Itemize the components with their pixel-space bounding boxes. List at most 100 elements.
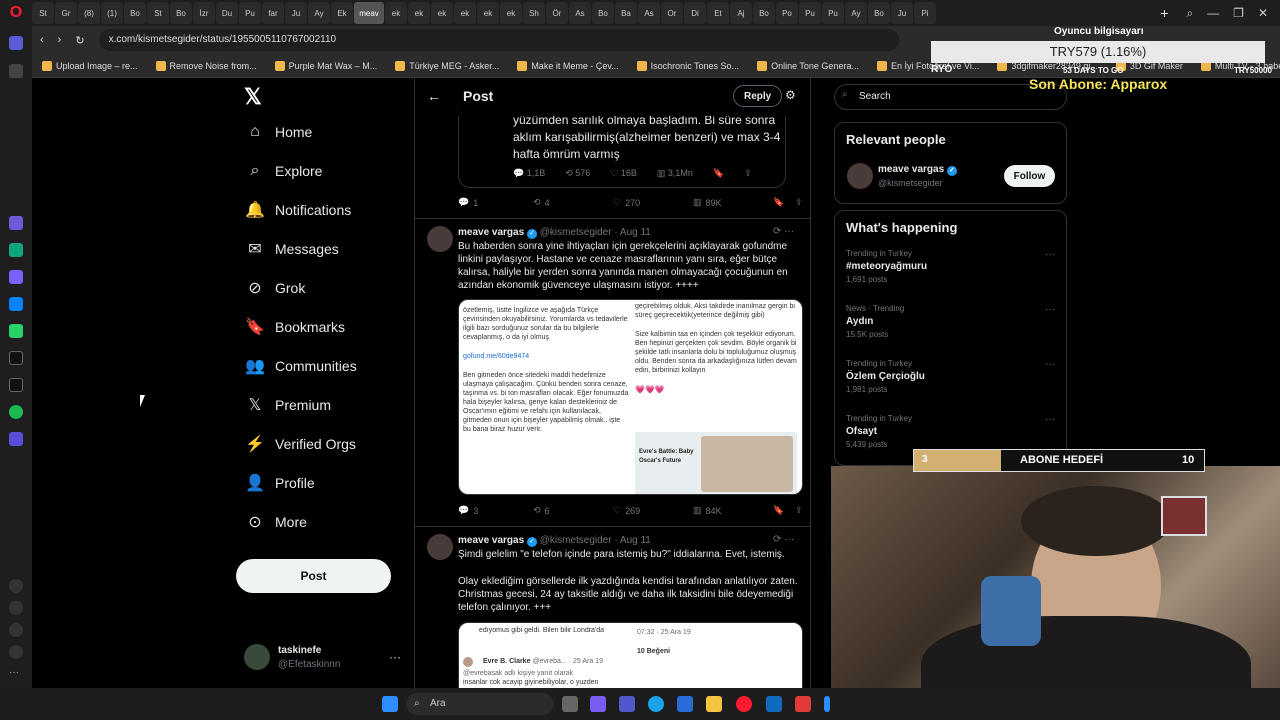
nav-item-communities[interactable]: 👥Communities <box>244 346 406 385</box>
whatsapp-icon[interactable] <box>9 324 23 338</box>
browser-tab[interactable]: far <box>262 2 284 24</box>
browser-tab[interactable]: St <box>32 2 54 24</box>
maximize-icon[interactable]: ❐ <box>1233 6 1244 21</box>
more-icon[interactable]: ··· <box>1045 304 1055 315</box>
browser-tab[interactable]: St <box>147 2 169 24</box>
author-handle[interactable]: @kismetsegider <box>540 227 612 238</box>
browser-tab[interactable]: Po <box>776 2 798 24</box>
home-icon[interactable] <box>9 36 23 50</box>
browser-tab[interactable]: As <box>569 2 591 24</box>
search-tabs-icon[interactable]: ⌕ <box>1186 6 1193 21</box>
url-field[interactable]: x.com/kismetsegider/status/1955005110767… <box>99 29 899 51</box>
close-icon[interactable]: ✕ <box>1258 6 1268 21</box>
opera-logo[interactable]: O <box>0 0 32 26</box>
reply-count[interactable]: 💬 1,1B <box>513 168 545 179</box>
bulb-icon[interactable] <box>9 645 23 659</box>
start-icon[interactable] <box>382 696 398 712</box>
bookmark-icon[interactable]: 🔖 <box>713 168 724 179</box>
browser-tab[interactable]: Pi <box>914 2 936 24</box>
trend-item[interactable]: Trending in TurkeyOfsayt5,439 posts··· <box>846 414 1056 449</box>
avatar[interactable] <box>427 226 453 252</box>
history-icon[interactable] <box>9 601 23 615</box>
person-name[interactable]: meave vargas ✓ <box>878 164 957 176</box>
nav-item-premium[interactable]: 𝕏Premium <box>244 385 406 424</box>
new-tab-icon[interactable]: + <box>1154 5 1174 21</box>
browser-tab[interactable]: ek <box>454 2 476 24</box>
browser-tab[interactable]: Ba <box>615 2 637 24</box>
like-count[interactable]: ♡ 270 <box>613 197 693 208</box>
more-icon[interactable]: ··· <box>389 650 401 664</box>
browser-tab[interactable]: Bo <box>753 2 775 24</box>
author-handle[interactable]: @kismetsegider <box>540 535 612 546</box>
trend-item[interactable]: Trending in Turkey#meteoryağmuru1,691 po… <box>846 249 1056 284</box>
browser-tab[interactable]: Aj <box>730 2 752 24</box>
browser-tab[interactable]: Ay <box>308 2 330 24</box>
browser-tab[interactable]: Ju <box>285 2 307 24</box>
task-view-icon[interactable] <box>562 696 578 712</box>
browser-tab[interactable]: Du <box>216 2 238 24</box>
repost-count[interactable]: ⟲ 4 <box>533 197 613 208</box>
app-icon[interactable] <box>824 696 830 712</box>
trend-item[interactable]: News · TrendingAydın15.5K posts··· <box>846 304 1056 339</box>
browser-tab[interactable]: Sh <box>523 2 545 24</box>
wps-icon[interactable] <box>795 696 811 712</box>
browser-tab[interactable]: Bo <box>592 2 614 24</box>
share-icon[interactable]: ⇪ <box>744 168 752 179</box>
nav-item-verified-orgs[interactable]: ⚡Verified Orgs <box>244 424 406 463</box>
browser-tab[interactable]: ek <box>385 2 407 24</box>
reply-count[interactable]: 💬 3 <box>458 505 533 516</box>
tiktok-icon[interactable] <box>9 351 23 365</box>
heart-icon[interactable] <box>9 579 23 593</box>
person-handle[interactable]: @kismetsegider <box>878 178 943 188</box>
browser-tab[interactable]: meav <box>354 2 384 24</box>
back-icon[interactable]: ‹ <box>40 34 44 46</box>
browser-tab[interactable]: As <box>638 2 660 24</box>
outlook-icon[interactable] <box>766 696 782 712</box>
taskbar-search[interactable]: ⌕ Ara <box>406 693 554 715</box>
view-count[interactable]: ▥ 84K <box>693 505 773 516</box>
browser-tab[interactable]: Pu <box>822 2 844 24</box>
bookmark-item[interactable]: Online Tone Genera... <box>757 61 859 71</box>
reply-button[interactable]: Reply <box>733 85 782 107</box>
avatar[interactable] <box>427 534 453 560</box>
browser-tab[interactable]: Et <box>707 2 729 24</box>
more-icon[interactable]: ··· <box>1045 414 1055 425</box>
view-count[interactable]: ▥ 89K <box>693 197 773 208</box>
opera-icon[interactable] <box>736 696 752 712</box>
browser-tab[interactable]: Pu <box>239 2 261 24</box>
bookmark-item[interactable]: Purple Mat Wax – M... <box>275 61 378 71</box>
browser-tab[interactable]: (8) <box>78 2 100 24</box>
browser-tab[interactable]: Di <box>684 2 706 24</box>
quoted-post[interactable]: yüzümden sarılık olmaya başladım. Bi sür… <box>458 104 786 188</box>
nav-item-more[interactable]: ⊙More <box>244 502 406 541</box>
follow-button[interactable]: Follow <box>1004 165 1055 187</box>
aria-icon[interactable] <box>9 216 23 230</box>
browser-tab[interactable]: (1) <box>101 2 123 24</box>
player-icon[interactable] <box>9 432 23 446</box>
like-count[interactable]: ♡ 16B <box>610 168 637 179</box>
browser-tab[interactable]: ek <box>477 2 499 24</box>
trend-item[interactable]: Trending in TurkeyÖzlem Çerçioğlu1,981 p… <box>846 359 1056 394</box>
spotify-icon[interactable] <box>9 405 23 419</box>
reload-icon[interactable]: ↻ <box>75 34 84 47</box>
browser-tab[interactable]: Ju <box>891 2 913 24</box>
more-icon[interactable]: ··· <box>9 667 23 681</box>
settings-icon[interactable] <box>9 623 23 637</box>
browser-tab[interactable]: Ör <box>546 2 568 24</box>
back-arrow-icon[interactable]: ← <box>427 88 441 104</box>
repost-count[interactable]: ⟲ 6 <box>533 505 613 516</box>
author-name[interactable]: meave vargas <box>458 535 524 546</box>
bookmark-item[interactable]: Türkiye MEG - Asker... <box>395 61 499 71</box>
more-icon[interactable]: ··· <box>1045 359 1055 370</box>
nav-item-explore[interactable]: ⌕Explore <box>244 151 406 190</box>
bookmark-icon[interactable]: 🔖 <box>773 197 795 208</box>
post-date[interactable]: · Aug 11 <box>614 227 651 238</box>
tweet-media[interactable]: edıyomus gibi geldi. Bilen bilir Londra'… <box>458 622 803 688</box>
nav-item-home[interactable]: ⌂Home <box>244 112 406 151</box>
share-icon[interactable]: ⇪ <box>795 505 803 516</box>
copilot-icon[interactable] <box>590 696 606 712</box>
bookmark-item[interactable]: Upload Image – re... <box>42 61 138 71</box>
like-count[interactable]: ♡ 269 <box>613 505 693 516</box>
more-icon[interactable]: ··· <box>1045 249 1055 260</box>
browser-tab[interactable]: Bo <box>124 2 146 24</box>
